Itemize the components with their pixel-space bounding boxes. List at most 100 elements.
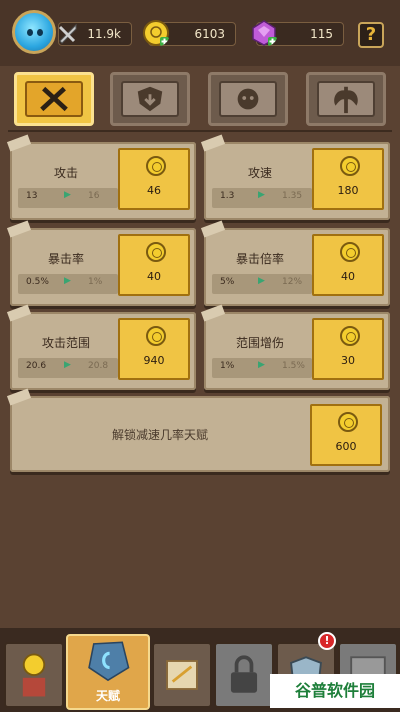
tape-decoration <box>6 220 32 238</box>
tape-decoration <box>200 134 226 152</box>
talent-card: 攻速 1.3 ▶ 1.35 180 <box>200 134 390 220</box>
upgrade-button[interactable]: 46 <box>118 148 190 210</box>
nav-shop[interactable] <box>4 642 64 708</box>
tape-decoration <box>6 388 32 406</box>
gold-coin-icon <box>338 412 358 432</box>
next-value: 1% <box>88 277 103 287</box>
tab-divider <box>8 130 392 132</box>
next-value: 1.5% <box>282 361 305 371</box>
gold-value: 6103 <box>194 27 225 41</box>
current-value: 20.6 <box>26 361 47 371</box>
unlock-price-button[interactable]: 600 <box>310 404 382 466</box>
talent-values: 13 ▶ 16 <box>18 188 118 208</box>
gold-coin-icon <box>340 156 360 176</box>
tape-decoration <box>200 220 226 238</box>
watermark: 谷普软件园 <box>270 674 400 708</box>
talent-name: 暴击倍率 <box>235 252 284 266</box>
lock-icon <box>230 655 258 693</box>
tab-defense-inner <box>121 81 179 117</box>
tab-minion-inner <box>219 81 277 117</box>
crossed-swords-icon <box>40 86 68 112</box>
gold-coin-icon <box>146 242 166 262</box>
coin-totem-icon <box>22 653 46 697</box>
arrow-right-icon: ▶ <box>64 276 71 286</box>
next-value: 1.35 <box>282 191 303 201</box>
next-value: 20.8 <box>88 361 109 371</box>
current-value: 1% <box>220 361 235 371</box>
unlock-label: 解锁减速几率天赋 <box>111 428 208 442</box>
tape-decoration <box>6 134 32 152</box>
arrow-right-icon: ▶ <box>258 190 265 200</box>
face-icon <box>237 88 259 110</box>
talent-card: 范围增伤 1% ▶ 1.5% 30 <box>200 304 390 390</box>
current-value: 0.5% <box>26 277 49 287</box>
arrow-right-icon: ▶ <box>64 360 71 370</box>
arrow-right-icon: ▶ <box>258 360 265 370</box>
tab-special-inner <box>317 81 375 117</box>
avatar-eye <box>37 29 43 36</box>
upgrade-cost: 940 <box>143 354 165 367</box>
next-value: 12% <box>282 277 303 287</box>
talent-values: 1% ▶ 1.5% <box>212 358 312 378</box>
arrow-right-icon: ▶ <box>64 190 71 200</box>
talent-name: 暴击率 <box>47 252 84 266</box>
gold-coin-icon[interactable] <box>142 19 170 47</box>
nav-talent[interactable]: 天赋 <box>66 634 150 710</box>
sword-icon <box>58 23 77 44</box>
tape-decoration <box>200 304 226 322</box>
talent-card: 暴击率 0.5% ▶ 1% 40 <box>6 220 196 306</box>
upgrade-cost: 40 <box>341 270 355 283</box>
gem-value: 115 <box>310 27 333 41</box>
upgrade-button[interactable]: 30 <box>312 318 384 380</box>
talent-card: 攻击 13 ▶ 16 46 <box>6 134 196 220</box>
help-button[interactable]: ? <box>358 22 384 48</box>
upgrade-button[interactable]: 40 <box>118 234 190 296</box>
axe-icon <box>334 86 358 114</box>
upgrade-cost: 46 <box>147 184 161 197</box>
tab-attack-inner <box>25 81 83 117</box>
next-value: 16 <box>88 191 100 201</box>
tab-special[interactable] <box>306 72 386 126</box>
upgrade-button[interactable]: 180 <box>312 148 384 210</box>
nav-talent-label: 天赋 <box>95 689 120 703</box>
talent-values: 5% ▶ 12% <box>212 274 312 294</box>
shield-icon <box>137 86 163 112</box>
gem-icon[interactable] <box>250 19 278 47</box>
player-avatar[interactable] <box>12 10 56 54</box>
talent-card: 暴击倍率 5% ▶ 12% 40 <box>200 220 390 306</box>
upgrade-cost: 30 <box>341 354 355 367</box>
upgrade-button[interactable]: 40 <box>312 234 384 296</box>
talent-values: 0.5% ▶ 1% <box>18 274 118 294</box>
arrow-right-icon: ▶ <box>258 276 265 286</box>
current-value: 13 <box>26 191 38 201</box>
upgrade-cost: 180 <box>337 184 359 197</box>
nav-locked-1[interactable] <box>214 642 274 708</box>
power-value: 11.9k <box>87 27 121 41</box>
talent-name: 攻速 <box>247 166 272 180</box>
current-value: 1.3 <box>220 191 235 201</box>
upgrade-button[interactable]: 940 <box>118 318 190 380</box>
talent-card: 攻击范围 20.6 ▶ 20.8 940 <box>6 304 196 390</box>
avatar-eye <box>27 29 33 36</box>
tab-minion[interactable] <box>208 72 288 126</box>
gold-coin-icon <box>146 326 166 346</box>
nav-map[interactable] <box>152 642 212 708</box>
upgrade-cost: 40 <box>147 270 161 283</box>
gold-coin-icon <box>340 242 360 262</box>
unlock-cost: 600 <box>335 440 357 453</box>
current-value: 5% <box>220 277 235 287</box>
talent-values: 20.6 ▶ 20.8 <box>18 358 118 378</box>
tape-decoration <box>6 304 32 322</box>
top-bar: 11.9k 6103 115 ? <box>0 0 400 66</box>
tab-defense[interactable] <box>110 72 190 126</box>
notification-badge: ! <box>318 632 336 650</box>
unlock-card: 解锁减速几率天赋 600 <box>6 388 390 472</box>
talent-name: 攻击范围 <box>41 336 90 350</box>
talent-values: 1.3 ▶ 1.35 <box>212 188 312 208</box>
scroll-map-icon <box>166 660 198 690</box>
talent-name: 攻击 <box>53 166 78 180</box>
tab-attack[interactable] <box>14 72 94 126</box>
gold-coin-icon <box>340 326 360 346</box>
talent-name: 范围增伤 <box>235 336 284 350</box>
gold-coin-icon <box>146 156 166 176</box>
